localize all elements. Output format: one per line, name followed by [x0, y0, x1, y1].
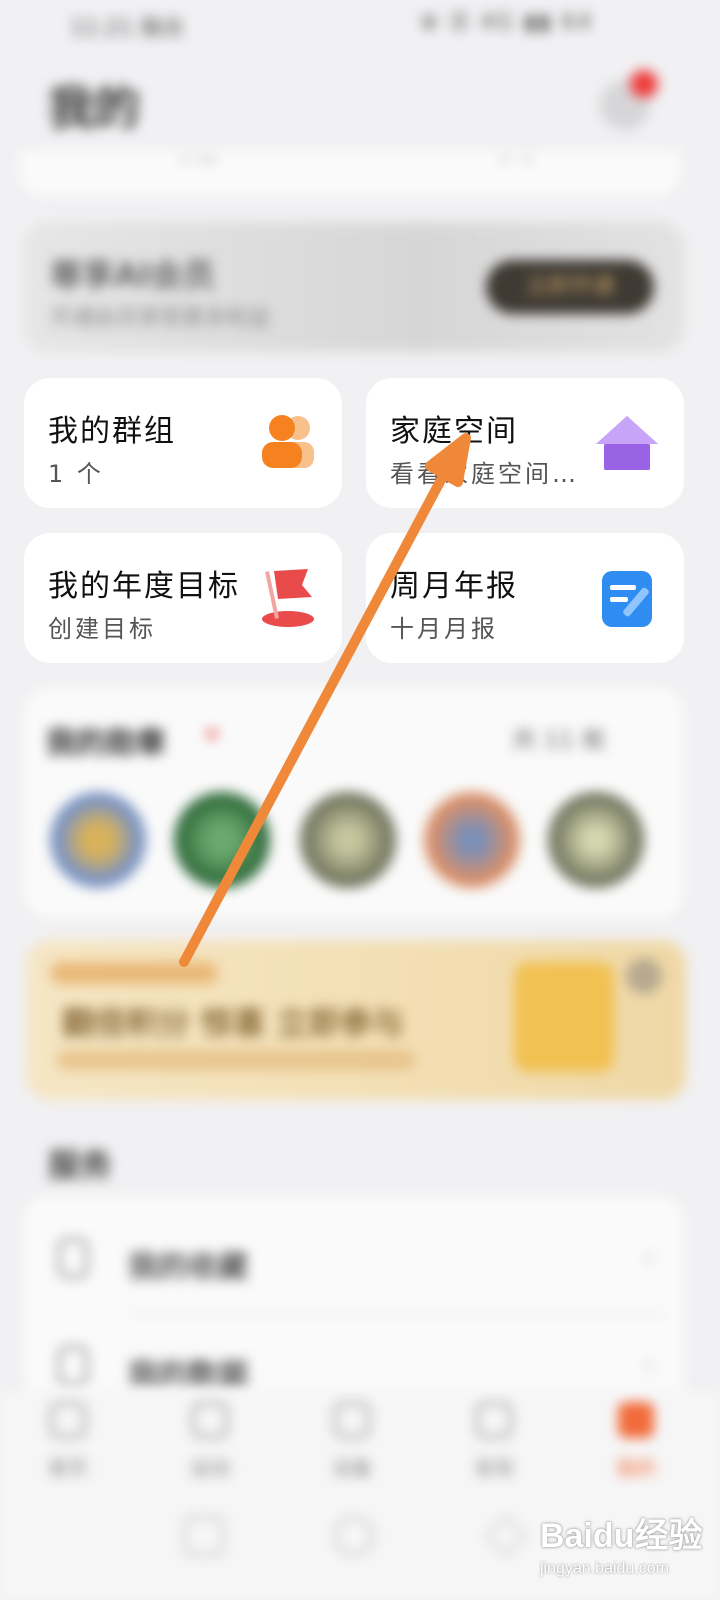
card-my-groups[interactable]: 我的群组 1 个 — [24, 378, 342, 508]
nav-me[interactable]: 我的 — [596, 1402, 676, 1481]
card-title: 我的群组 — [48, 414, 176, 449]
service-item-collection[interactable]: 我的收藏 — [128, 1242, 248, 1286]
vip-subtitle: 开通会员享受更多权益 — [50, 306, 271, 331]
report-icon — [602, 571, 652, 627]
notification-badge — [630, 70, 658, 98]
promo-tag — [50, 962, 218, 984]
nav-label: 我的 — [616, 1456, 656, 1480]
nav-sport[interactable]: 运动 — [170, 1402, 250, 1481]
nav-home[interactable]: 首页 — [28, 1402, 108, 1481]
status-time: 11:21 融合 — [70, 16, 185, 41]
gift-icon — [514, 962, 614, 1072]
watermark-url: jingyan.baidu.com — [540, 1560, 669, 1577]
card-family-space[interactable]: 家庭空间 看看家庭空间… — [366, 378, 684, 508]
service-item-data[interactable]: 我的数据 — [128, 1350, 248, 1394]
vip-banner[interactable]: 尊享AI会员 开通会员享受更多权益 立即开通 — [24, 222, 684, 352]
watch-icon — [334, 1402, 370, 1438]
medal-icon[interactable] — [174, 792, 270, 888]
profile-icon — [618, 1402, 654, 1438]
card-title: 周月年报 — [390, 569, 518, 604]
badge-title: 我的勋章 — [46, 726, 166, 761]
promo-title: 翻倍积分 惊喜 立即参与 — [62, 1004, 405, 1042]
home-icon — [50, 1402, 86, 1438]
discover-icon — [476, 1402, 512, 1438]
nav-device[interactable]: 设备 — [312, 1402, 392, 1481]
stats-strip: • •• • • — [20, 150, 680, 196]
services-heading: 服务 — [48, 1146, 113, 1184]
card-subtitle: 十月月报 — [390, 615, 498, 643]
nav-discover[interactable]: 发现 — [454, 1402, 534, 1481]
group-icon — [262, 415, 314, 468]
promo-banner[interactable]: 翻倍积分 惊喜 立即参与 — [26, 940, 686, 1100]
status-bar: 11:21 融合 ⊕ ☰ 4G ▮▮ 64 — [0, 0, 720, 52]
running-icon — [192, 1402, 228, 1438]
nav-label: 运动 — [190, 1456, 230, 1480]
chevron-right-icon: › — [644, 1240, 656, 1273]
close-icon[interactable] — [626, 958, 662, 994]
back-button[interactable] — [484, 1514, 528, 1558]
watermark-text: Baidu经验 — [540, 1517, 703, 1555]
home-button[interactable] — [334, 1516, 374, 1556]
stats-divider-icon: • • — [500, 150, 533, 171]
card-title: 我的年度目标 — [48, 569, 240, 604]
recent-apps-button[interactable] — [184, 1516, 224, 1556]
badge-section[interactable]: 我的勋章 共 11 枚 — [24, 688, 684, 918]
chevron-right-icon: › — [644, 1348, 656, 1381]
watermark: Baidu经验 jingyan.baidu.com — [540, 1500, 710, 1590]
promo-subtitle-bar — [56, 1050, 416, 1070]
new-dot — [206, 728, 218, 740]
nav-label: 设备 — [332, 1456, 372, 1480]
medal-icon[interactable] — [424, 792, 520, 888]
collection-icon — [58, 1238, 88, 1278]
card-annual-goal[interactable]: 我的年度目标 创建目标 — [24, 533, 342, 663]
medal-icon[interactable] — [300, 792, 396, 888]
stats-divider-icon: • •• — [180, 150, 218, 171]
medal-icon[interactable] — [50, 792, 146, 888]
divider — [128, 1314, 668, 1316]
nav-label: 发现 — [474, 1456, 514, 1480]
page-title: 我的 — [48, 81, 140, 135]
flag-icon — [262, 569, 314, 627]
house-icon — [596, 416, 658, 470]
data-icon — [58, 1346, 88, 1386]
card-title: 家庭空间 — [390, 414, 518, 449]
vip-title: 尊享AI会员 — [50, 256, 215, 294]
medal-icon[interactable] — [548, 792, 644, 888]
card-subtitle: 创建目标 — [48, 615, 156, 643]
status-indicators: ⊕ ☰ 4G ▮▮ 64 — [420, 10, 594, 35]
card-reports[interactable]: 周月年报 十月月报 — [366, 533, 684, 663]
vip-open-button[interactable]: 立即开通 — [486, 260, 654, 314]
card-subtitle: 1 个 — [48, 460, 104, 488]
card-subtitle: 看看家庭空间… — [390, 460, 579, 488]
nav-label: 首页 — [48, 1456, 88, 1480]
badge-count-link[interactable]: 共 11 枚 — [512, 720, 606, 755]
